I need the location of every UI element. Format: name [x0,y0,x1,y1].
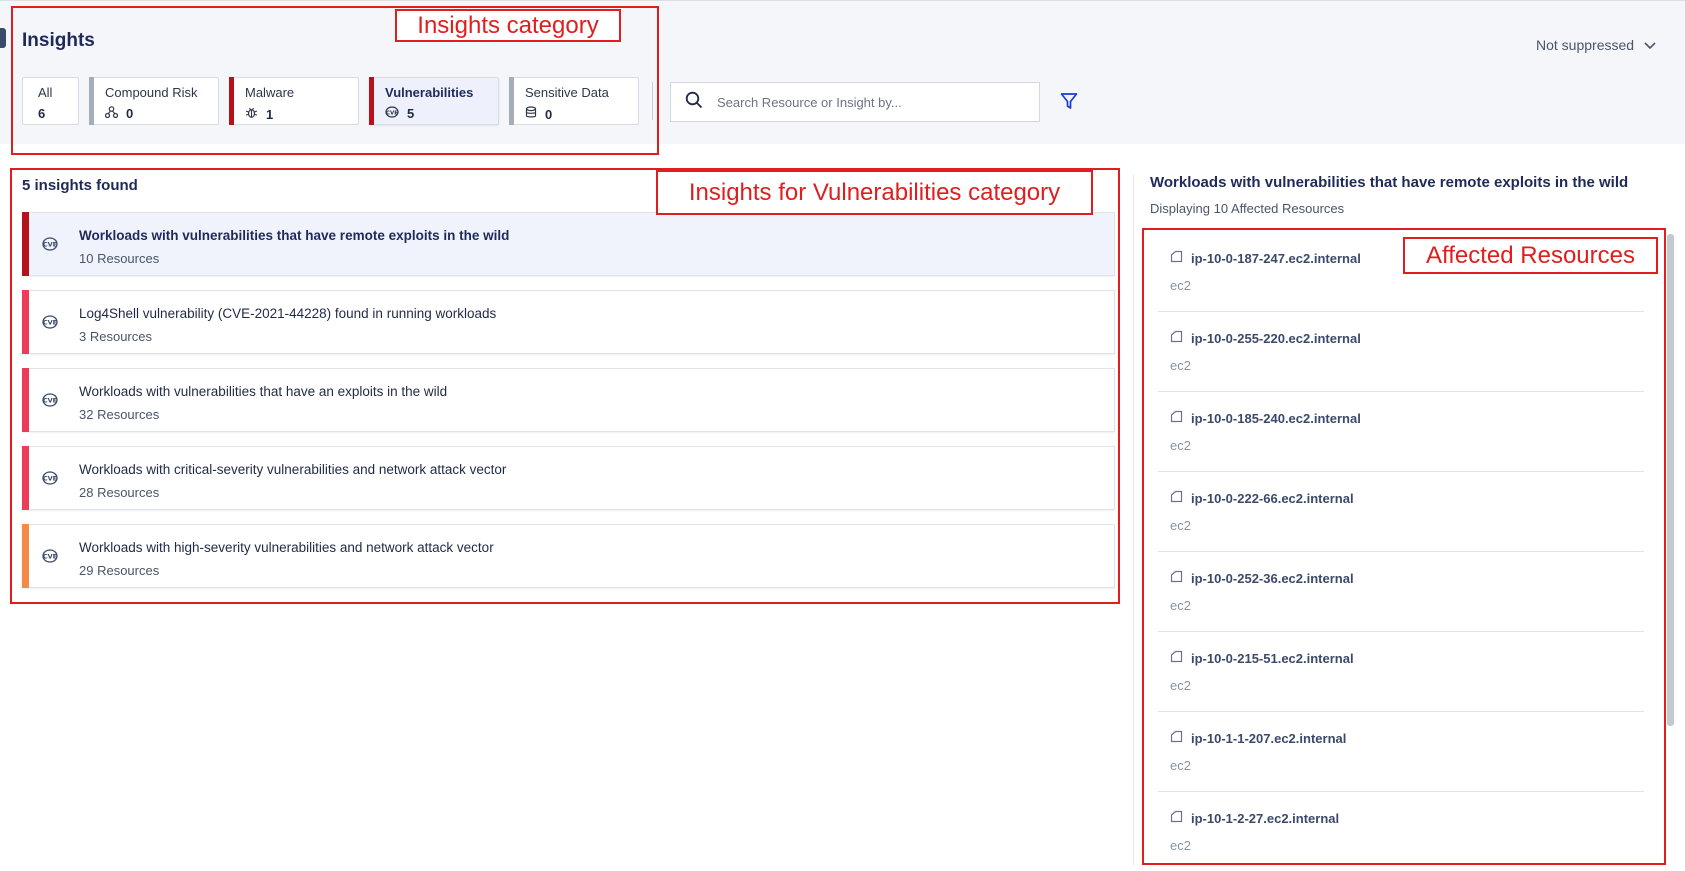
annotation-label-insights-list: Insights for Vulnerabilities category [656,170,1093,215]
detail-title: Workloads with vulnerabilities that have… [1150,174,1629,191]
annotation-box-insights-list [10,168,1120,604]
search-box[interactable] [670,82,1040,122]
pane-divider [1133,175,1134,865]
annotation-label-insights-category: Insights category [395,9,621,42]
search-icon [685,91,703,114]
filter-icon[interactable] [1060,92,1078,115]
resources-scrollbar[interactable] [1667,234,1674,726]
annotation-box-affected-resources [1142,228,1666,865]
sidebar-toggle-handle[interactable] [0,28,6,48]
annotation-label-affected-resources: Affected Resources [1403,237,1658,274]
detail-subtitle: Displaying 10 Affected Resources [1150,201,1345,216]
suppression-filter-label: Not suppressed [1536,37,1635,53]
search-input[interactable] [715,93,1019,111]
suppression-filter-dropdown[interactable]: Not suppressed [1536,37,1656,53]
chevron-down-icon [1644,37,1656,53]
